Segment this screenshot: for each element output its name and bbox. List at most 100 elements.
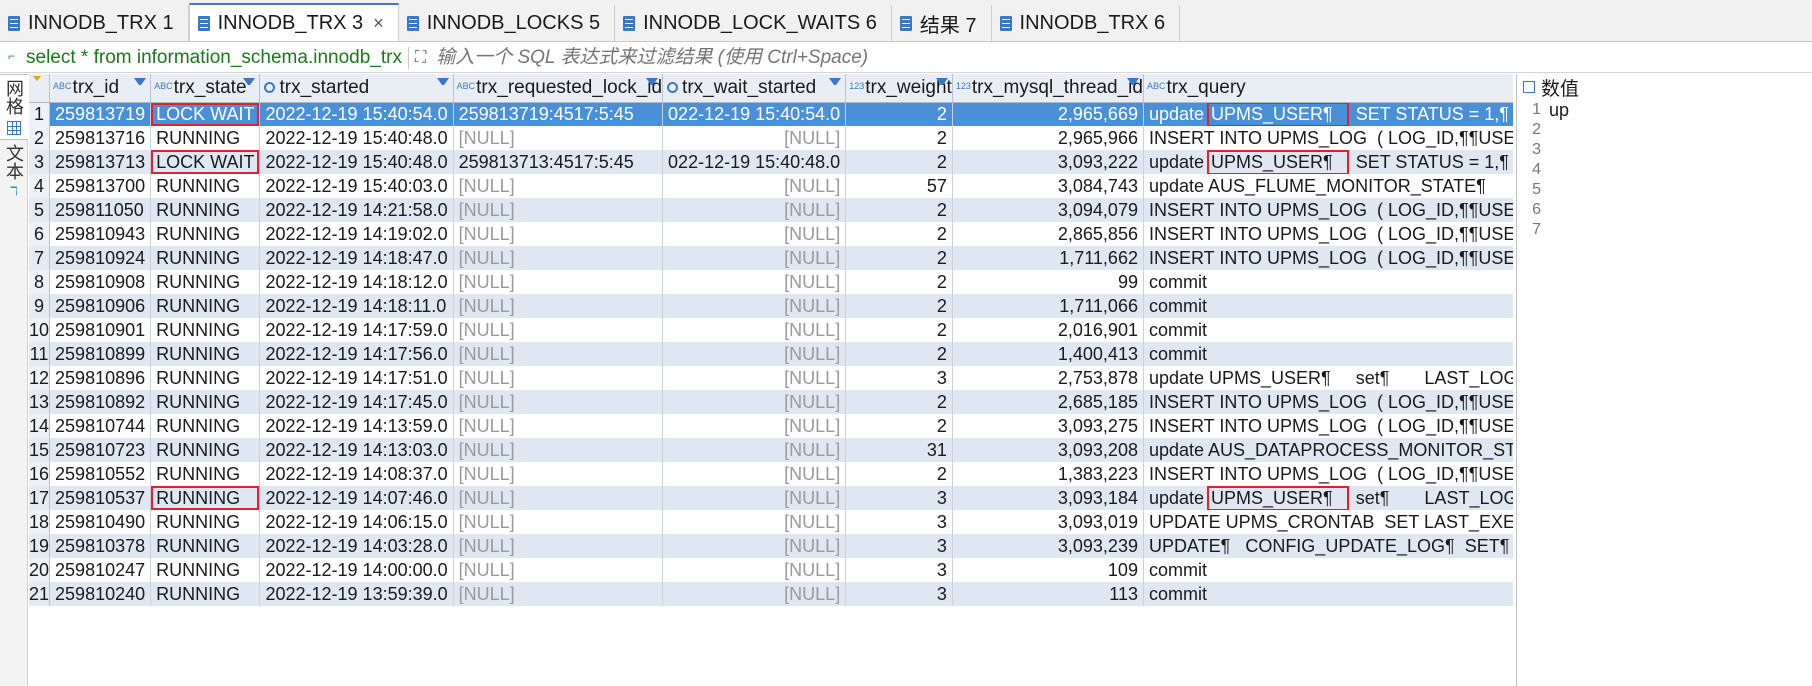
cell-trx-id[interactable]: 259810892	[49, 390, 152, 414]
cell-trx-started[interactable]: 2022-12-19 14:08:37.0	[259, 462, 454, 486]
cell-trx-query[interactable]: INSERT INTO UPMS_LOG ( LOG_ID,¶¶USERNAME…	[1143, 414, 1513, 438]
table-row[interactable]: 9 259810906 RUNNING 2022-12-19 14:18:11.0 [N…	[29, 294, 1513, 318]
result-grid[interactable]: ABCtrx_id ABCtrx_state trx_started ABCtr…	[29, 74, 1513, 686]
cell-trx-started[interactable]: 2022-12-19 14:18:11.0	[259, 294, 454, 318]
cell-trx-wait-started[interactable]: [NULL]	[662, 366, 847, 390]
table-row[interactable]: 18 259810490 RUNNING 2022-12-19 14:06:15.0[…	[29, 510, 1513, 534]
cell-trx-state[interactable]: RUNNING	[150, 390, 261, 414]
cell-trx-id[interactable]: 259810943	[49, 222, 152, 246]
cell-trx-query[interactable]: commit	[1143, 342, 1513, 366]
cell-trx-wait-started[interactable]: [NULL]	[662, 222, 847, 246]
filter-icon[interactable]	[935, 78, 948, 90]
cell-trx-requested-lock-id[interactable]: [NULL]	[453, 318, 664, 342]
cell-trx-state[interactable]: RUNNING	[150, 174, 261, 198]
cell-trx-id[interactable]: 259810490	[49, 510, 152, 534]
cell-trx-wait-started[interactable]: [NULL]	[662, 174, 847, 198]
cell-trx-weight[interactable]: 3	[845, 558, 953, 582]
cell-trx-mysql-thread-id[interactable]: 1,400,413	[952, 342, 1144, 366]
cell-trx-query[interactable]: update AUS_DATAPROCESS_MONITOR_STATE¶	[1143, 438, 1513, 462]
cell-trx-started[interactable]: 2022-12-19 14:06:15.0	[259, 510, 454, 534]
table-row[interactable]: 5 259811050 RUNNING 2022-12-19 14:21:58.0 [N…	[29, 198, 1513, 222]
cell-trx-started[interactable]: 2022-12-19 14:17:51.0	[259, 366, 454, 390]
cell-trx-query[interactable]: INSERT INTO UPMS_LOG ( LOG_ID,¶¶USERNAME…	[1143, 126, 1513, 150]
cell-trx-query[interactable]: INSERT INTO UPMS_LOG ( LOG_ID,¶¶USERNAME…	[1143, 198, 1513, 222]
cell-trx-id[interactable]: 259810723	[49, 438, 152, 462]
cell-trx-mysql-thread-id[interactable]: 3,093,222	[952, 150, 1144, 174]
cell-trx-mysql-thread-id[interactable]: 2,965,669	[952, 102, 1144, 126]
cell-trx-id[interactable]: 259813716	[49, 126, 152, 150]
cell-trx-started[interactable]: 2022-12-19 15:40:48.0	[259, 126, 454, 150]
table-row[interactable]: 6 259810943 RUNNING 2022-12-19 14:19:02.0 [N…	[29, 222, 1513, 246]
cell-trx-id[interactable]: 259810899	[49, 342, 152, 366]
cell-trx-mysql-thread-id[interactable]: 3,084,743	[952, 174, 1144, 198]
tab-innodb-trx-6[interactable]: INNODB_TRX 6	[992, 5, 1181, 41]
cell-trx-state[interactable]: RUNNING	[150, 582, 261, 606]
cell-trx-wait-started[interactable]: [NULL]	[662, 126, 847, 150]
cell-trx-id[interactable]: 259810906	[49, 294, 152, 318]
cell-trx-query[interactable]: UPDATE UPMS_CRONTAB SET LAST_EXEC_TIME=	[1143, 510, 1513, 534]
cell-trx-requested-lock-id[interactable]: [NULL]	[453, 390, 664, 414]
cell-trx-wait-started[interactable]: [NULL]	[662, 342, 847, 366]
value-panel-body[interactable]: 1 2 3 4 5 6 7 up	[1517, 100, 1812, 240]
cell-trx-started[interactable]: 2022-12-19 14:18:47.0	[259, 246, 454, 270]
cell-trx-id[interactable]: 259813700	[49, 174, 152, 198]
cell-trx-query[interactable]: commit	[1143, 270, 1513, 294]
cell-trx-requested-lock-id[interactable]: [NULL]	[453, 534, 664, 558]
cell-trx-weight[interactable]: 57	[845, 174, 953, 198]
cell-trx-mysql-thread-id[interactable]: 3,093,208	[952, 438, 1144, 462]
cell-trx-query[interactable]: INSERT INTO UPMS_LOG ( LOG_ID,¶¶USERNAME…	[1143, 246, 1513, 270]
tab-result-7[interactable]: 结果 7	[892, 5, 992, 41]
cell-trx-wait-started[interactable]: [NULL]	[662, 510, 847, 534]
cell-trx-query[interactable]: update UPMS_USER¶ set¶ LAST_LOGIN_IP = '	[1143, 366, 1513, 390]
cell-trx-weight[interactable]: 2	[845, 126, 953, 150]
cell-trx-weight[interactable]: 2	[845, 342, 953, 366]
cell-trx-id[interactable]: 259813713	[49, 150, 152, 174]
cell-trx-wait-started[interactable]: [NULL]	[662, 462, 847, 486]
cell-trx-started[interactable]: 2022-12-19 14:18:12.0	[259, 270, 454, 294]
column-header-trx-started[interactable]: trx_started	[259, 74, 454, 103]
table-row[interactable]: 14 259810744 RUNNING 2022-12-19 14:13:59.0[…	[29, 414, 1513, 438]
cell-trx-wait-started[interactable]: [NULL]	[662, 438, 847, 462]
cell-trx-state[interactable]: RUNNING	[150, 222, 261, 246]
cell-trx-wait-started[interactable]: [NULL]	[662, 390, 847, 414]
cell-trx-mysql-thread-id[interactable]: 2,753,878	[952, 366, 1144, 390]
cell-trx-requested-lock-id[interactable]: [NULL]	[453, 342, 664, 366]
table-row[interactable]: 2 259813716 RUNNING 2022-12-19 15:40:48.0 [N…	[29, 126, 1513, 150]
cell-trx-requested-lock-id[interactable]: [NULL]	[453, 246, 664, 270]
cell-trx-id[interactable]: 259810908	[49, 270, 152, 294]
column-header-trx-query[interactable]: ABCtrx_query	[1143, 74, 1513, 103]
cell-trx-query[interactable]: commit	[1143, 558, 1513, 582]
cell-trx-requested-lock-id[interactable]: [NULL]	[453, 486, 664, 510]
cell-trx-requested-lock-id[interactable]: [NULL]	[453, 438, 664, 462]
cell-trx-state[interactable]: RUNNING	[150, 438, 261, 462]
cell-trx-weight[interactable]: 2	[845, 198, 953, 222]
table-row[interactable]: 11 259810899 RUNNING 2022-12-19 14:17:56.0[…	[29, 342, 1513, 366]
filter-input[interactable]	[434, 45, 1135, 70]
cell-trx-id[interactable]: 259810537	[49, 486, 152, 510]
cell-trx-id[interactable]: 259810552	[49, 462, 152, 486]
cell-trx-state[interactable]: RUNNING	[150, 414, 261, 438]
cell-trx-state[interactable]: RUNNING	[150, 294, 261, 318]
filter-icon[interactable]	[1126, 78, 1139, 90]
cell-trx-mysql-thread-id[interactable]: 99	[952, 270, 1144, 294]
cell-trx-weight[interactable]: 2	[845, 390, 953, 414]
cell-trx-mysql-thread-id[interactable]: 3,093,184	[952, 486, 1144, 510]
cell-trx-weight[interactable]: 3	[845, 366, 953, 390]
cell-trx-started[interactable]: 2022-12-19 14:07:46.0	[259, 486, 454, 510]
cell-trx-mysql-thread-id[interactable]: 113	[952, 582, 1144, 606]
column-header-trx-state[interactable]: ABCtrx_state	[150, 74, 261, 103]
grid-corner[interactable]	[29, 74, 51, 103]
table-row[interactable]: 1 259813719 LOCK WAIT 2022-12-19 15:40:54.0…	[29, 102, 1513, 126]
cell-trx-weight[interactable]: 2	[845, 294, 953, 318]
cell-trx-requested-lock-id[interactable]: [NULL]	[453, 198, 664, 222]
cell-trx-query[interactable]: INSERT INTO UPMS_LOG ( LOG_ID,¶¶USERNAME…	[1143, 462, 1513, 486]
cell-trx-query[interactable]: INSERT INTO UPMS_LOG ( LOG_ID,¶¶USERNAME…	[1143, 222, 1513, 246]
cell-trx-id[interactable]: 259810247	[49, 558, 152, 582]
cell-trx-query[interactable]: commit	[1143, 318, 1513, 342]
cell-trx-query[interactable]: update AUS_FLUME_MONITOR_STATE¶ set `S	[1143, 174, 1513, 198]
cell-trx-state[interactable]: RUNNING	[150, 270, 261, 294]
cell-trx-started[interactable]: 2022-12-19 14:13:03.0	[259, 438, 454, 462]
cell-trx-weight[interactable]: 2	[845, 462, 953, 486]
cell-trx-requested-lock-id[interactable]: [NULL]	[453, 582, 664, 606]
tab-innodb-trx-1[interactable]: INNODB_TRX 1	[0, 5, 189, 41]
